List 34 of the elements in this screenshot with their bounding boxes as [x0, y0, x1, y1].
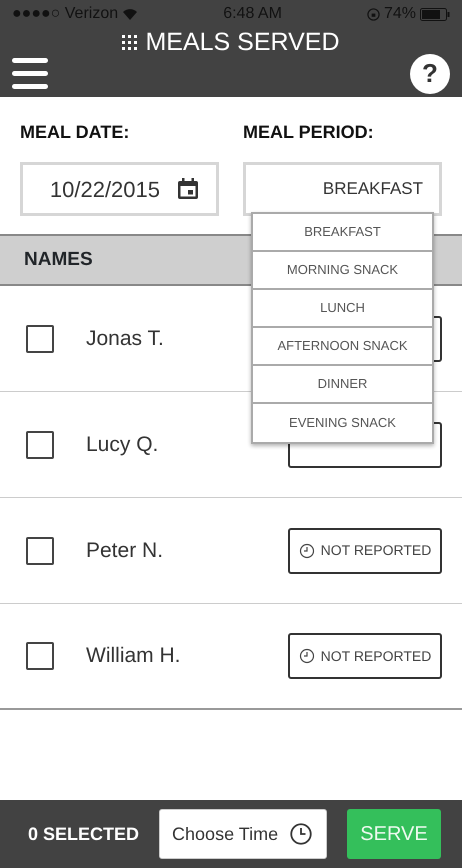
- help-button[interactable]: ?: [410, 54, 450, 94]
- person-name: William H.: [86, 643, 180, 670]
- person-name: Jonas T.: [86, 326, 164, 352]
- clock-icon: [298, 542, 315, 558]
- wifi-icon: [122, 8, 138, 20]
- battery-icon: [420, 8, 450, 20]
- screen-title: MEALS SERVED: [145, 27, 340, 58]
- status-button[interactable]: NOT REPORTED: [288, 633, 442, 679]
- checkbox[interactable]: [26, 430, 54, 458]
- calendar-icon: [176, 177, 200, 201]
- dropdown-option[interactable]: EVENING SNACK: [253, 404, 432, 442]
- menu-icon: [12, 58, 48, 90]
- person-name: Peter N.: [86, 538, 164, 564]
- checkbox[interactable]: [26, 324, 54, 352]
- time-field[interactable]: Choose Time: [159, 809, 328, 859]
- clock-icon: [289, 822, 314, 846]
- rotation-lock-icon: [366, 8, 380, 20]
- date-field[interactable]: 10/22/2015: [20, 162, 219, 216]
- field-label: MEAL PERIOD:: [243, 121, 375, 144]
- field-label: MEAL DATE:: [20, 121, 130, 144]
- dropdown-option[interactable]: BREAKFAST: [253, 214, 432, 252]
- dropdown-option[interactable]: MORNING SNACK: [253, 252, 432, 290]
- dropdown-option[interactable]: AFTERNOON SNACK: [253, 328, 432, 366]
- checkbox[interactable]: [26, 642, 54, 670]
- person-name: Lucy Q.: [86, 432, 158, 458]
- clock-icon: [298, 648, 315, 664]
- checkbox[interactable]: [26, 536, 54, 564]
- dropdown-option[interactable]: DINNER: [253, 366, 432, 404]
- menu-button[interactable]: [12, 58, 48, 90]
- dropdown-option[interactable]: LUNCH: [253, 290, 432, 328]
- grid-icon: [122, 35, 138, 50]
- status-button[interactable]: NOT REPORTED: [288, 528, 442, 574]
- meal-period-dropdown[interactable]: BREAKFAST: [243, 162, 442, 216]
- selected-count: 0 SELECTED: [28, 822, 140, 846]
